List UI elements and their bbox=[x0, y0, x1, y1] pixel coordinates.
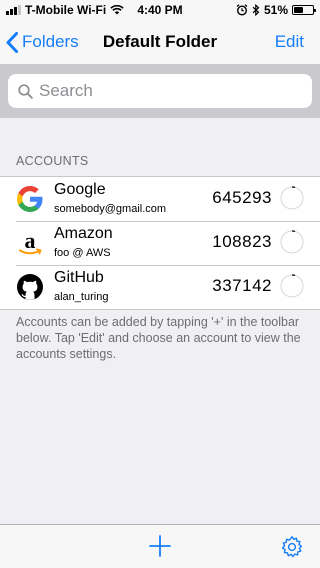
account-row-google[interactable]: Google somebody@gmail.com 645293 bbox=[0, 177, 320, 221]
status-bar: T-Mobile Wi-Fi 4:40 PM 51% bbox=[0, 0, 320, 20]
amazon-logo-icon: a bbox=[19, 229, 42, 255]
battery-percent: 51% bbox=[263, 3, 288, 17]
back-button-label: Folders bbox=[22, 32, 79, 51]
account-subtitle: somebody@gmail.com bbox=[54, 203, 167, 215]
account-code: 645293 bbox=[212, 188, 272, 207]
accounts-section-header: ACCOUNTS bbox=[16, 154, 89, 168]
accounts-footer-note: Accounts can be added by tapping '+' in … bbox=[16, 315, 301, 361]
account-name: GitHub bbox=[54, 269, 104, 286]
account-row-github[interactable]: GitHub alan_turing 337142 bbox=[0, 265, 320, 309]
countdown-timer-icon bbox=[280, 274, 304, 298]
edit-button[interactable]: Edit bbox=[275, 20, 304, 64]
search-input[interactable] bbox=[39, 81, 299, 101]
account-code: 108823 bbox=[212, 232, 272, 251]
battery-fill bbox=[294, 7, 304, 13]
wifi-icon bbox=[110, 5, 124, 15]
search-field[interactable] bbox=[8, 74, 312, 108]
svg-text:a: a bbox=[25, 229, 36, 253]
search-area bbox=[0, 64, 320, 118]
countdown-timer-icon bbox=[280, 186, 304, 210]
status-right: 51% bbox=[236, 3, 316, 17]
account-name: Google bbox=[54, 181, 106, 198]
account-subtitle: foo @ AWS bbox=[54, 247, 111, 259]
account-subtitle: alan_turing bbox=[54, 291, 109, 303]
back-button[interactable]: Folders bbox=[6, 20, 79, 64]
search-icon bbox=[18, 83, 33, 99]
accounts-list: Google somebody@gmail.com 645293 a Amazo… bbox=[0, 176, 320, 310]
screen: T-Mobile Wi-Fi 4:40 PM 51% Folders Defau… bbox=[0, 0, 320, 568]
google-logo-icon bbox=[17, 186, 43, 212]
battery-icon bbox=[292, 5, 316, 15]
account-row-amazon[interactable]: a Amazon foo @ AWS 108823 bbox=[0, 221, 320, 265]
carrier-label: T-Mobile Wi-Fi bbox=[25, 3, 107, 17]
alarm-clock-icon bbox=[236, 4, 248, 16]
account-code: 337142 bbox=[212, 276, 272, 295]
plus-icon[interactable] bbox=[149, 535, 171, 557]
navigation-bar: Folders Default Folder Edit bbox=[0, 20, 320, 64]
chevron-left-icon bbox=[6, 31, 18, 53]
bottom-toolbar bbox=[0, 524, 320, 568]
cellular-signal-icon bbox=[6, 5, 21, 15]
status-left: T-Mobile Wi-Fi bbox=[6, 3, 124, 17]
countdown-timer-icon bbox=[280, 230, 304, 254]
account-name: Amazon bbox=[54, 225, 113, 242]
bluetooth-icon bbox=[252, 4, 260, 16]
gear-icon[interactable] bbox=[280, 535, 304, 559]
github-logo-icon bbox=[17, 274, 43, 300]
